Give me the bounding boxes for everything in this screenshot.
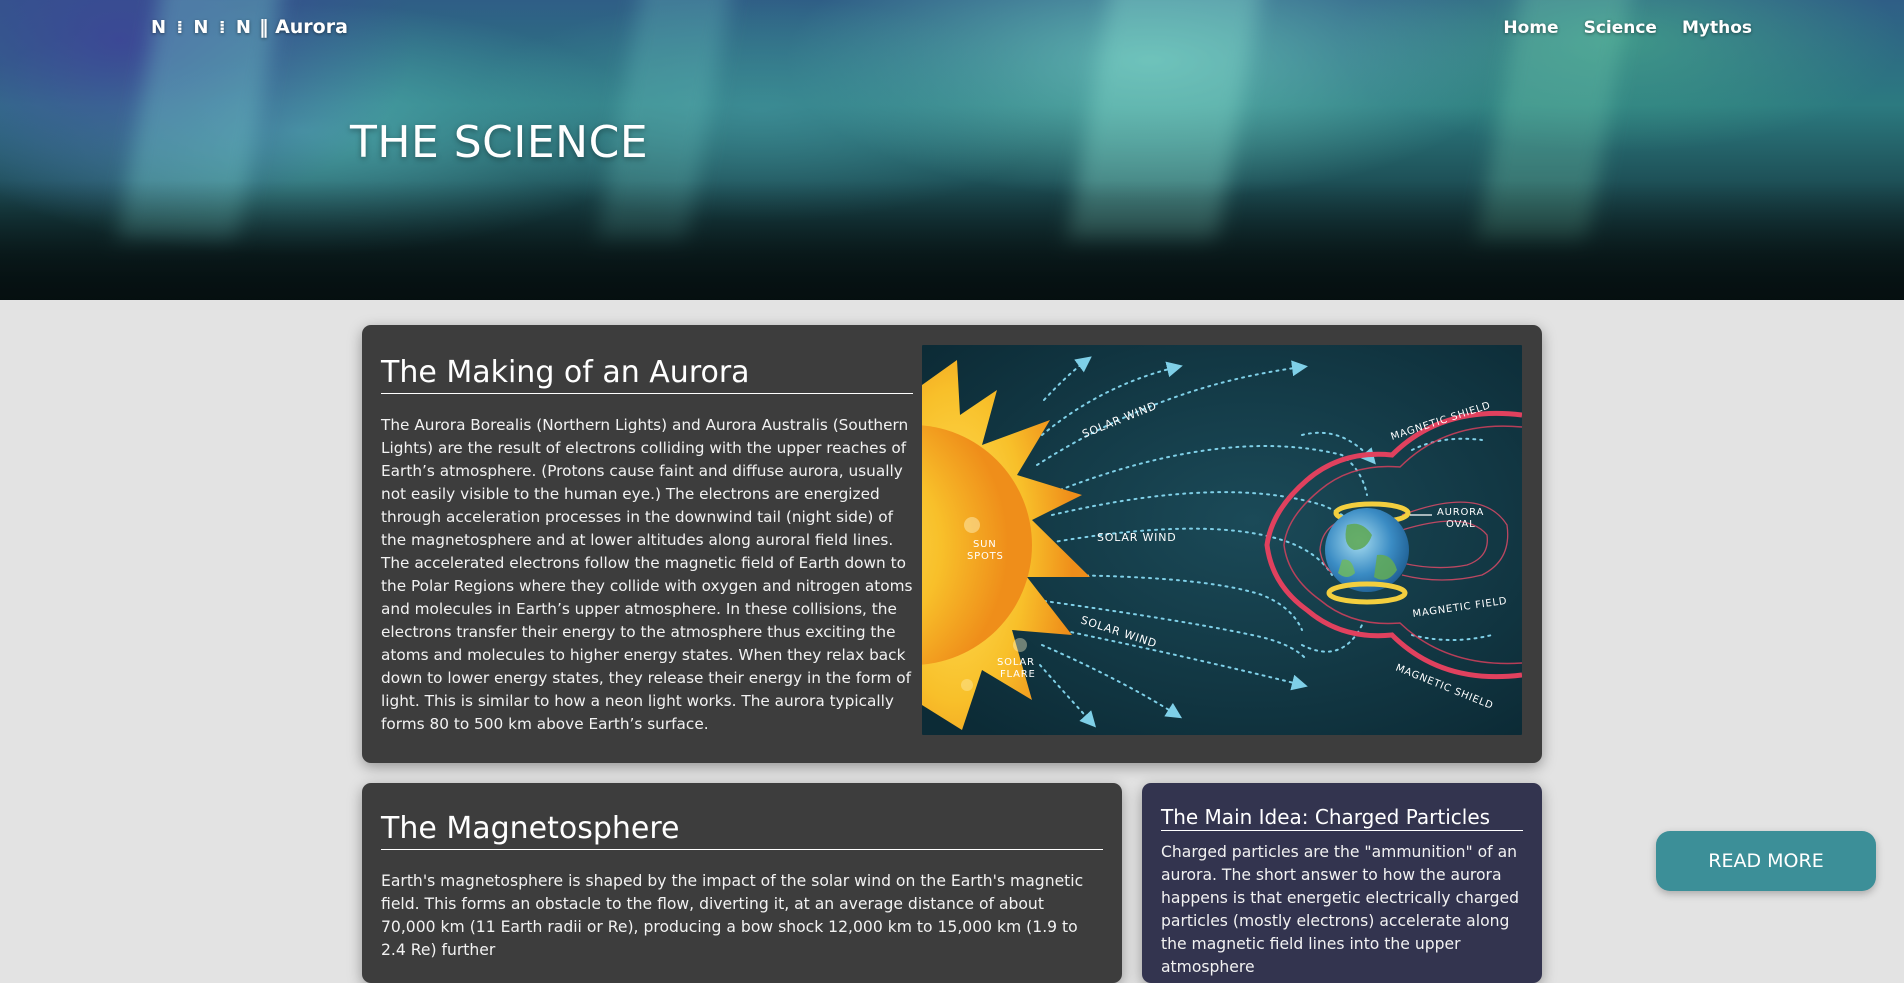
aurora-diagram: SOLAR WIND SOLAR WIND SOLAR WIND SUN SPO… bbox=[922, 345, 1522, 735]
label-solar-flare-2: FLARE bbox=[1000, 669, 1036, 680]
magnetosphere-card: The Magnetosphere Earth's magnetosphere … bbox=[362, 783, 1122, 983]
brand-name: Aurora bbox=[275, 16, 348, 38]
hero-banner: N ⁞ N ⁞ N ‖ Aurora Home Science Mythos TH… bbox=[0, 0, 1904, 300]
magnetosphere-heading: The Magnetosphere bbox=[381, 811, 1103, 850]
main-idea-body: Charged particles are the "ammunition" o… bbox=[1161, 843, 1519, 976]
label-sun-spots-1: SUN bbox=[973, 539, 997, 550]
page-title: THE SCIENCE bbox=[350, 117, 649, 168]
main-idea-heading: The Main Idea: Charged Particles bbox=[1161, 805, 1523, 831]
label-sun-spots-2: SPOTS bbox=[967, 551, 1004, 562]
label-solar-flare-1: SOLAR bbox=[997, 657, 1035, 668]
label-aurora-oval-2: OVAL bbox=[1446, 519, 1476, 530]
making-aurora-card: The Making of an Aurora The Aurora Borea… bbox=[362, 325, 1542, 763]
read-more-button[interactable]: READ MORE bbox=[1656, 831, 1876, 891]
hero-shade bbox=[0, 180, 1904, 300]
nav-science[interactable]: Science bbox=[1584, 18, 1657, 38]
brand-link[interactable]: N ⁞ N ⁞ N ‖ Aurora bbox=[151, 16, 348, 38]
brand-logo: N ⁞ N ⁞ N bbox=[151, 17, 253, 38]
label-solar-wind-mid: SOLAR WIND bbox=[1097, 531, 1177, 544]
main-idea-text: The Main Idea: Charged Particles Charged… bbox=[1161, 805, 1523, 979]
making-aurora-text: The Making of an Aurora The Aurora Borea… bbox=[381, 355, 913, 736]
making-aurora-body: The Aurora Borealis (Northern Lights) an… bbox=[381, 416, 913, 733]
making-aurora-heading: The Making of an Aurora bbox=[381, 355, 913, 394]
label-aurora-oval-1: AURORA bbox=[1437, 507, 1484, 518]
aurora-diagram-svg: SOLAR WIND SOLAR WIND SOLAR WIND SUN SPO… bbox=[922, 345, 1522, 735]
main-idea-card: The Main Idea: Charged Particles Charged… bbox=[1142, 783, 1542, 983]
brand-separator: ‖ bbox=[258, 16, 269, 38]
nav-mythos[interactable]: Mythos bbox=[1682, 18, 1752, 38]
magnetosphere-body: Earth's magnetosphere is shaped by the i… bbox=[381, 872, 1084, 959]
nav-home[interactable]: Home bbox=[1503, 18, 1558, 38]
main-nav: Home Science Mythos bbox=[1503, 18, 1752, 38]
magnetosphere-text: The Magnetosphere Earth's magnetosphere … bbox=[381, 811, 1103, 962]
